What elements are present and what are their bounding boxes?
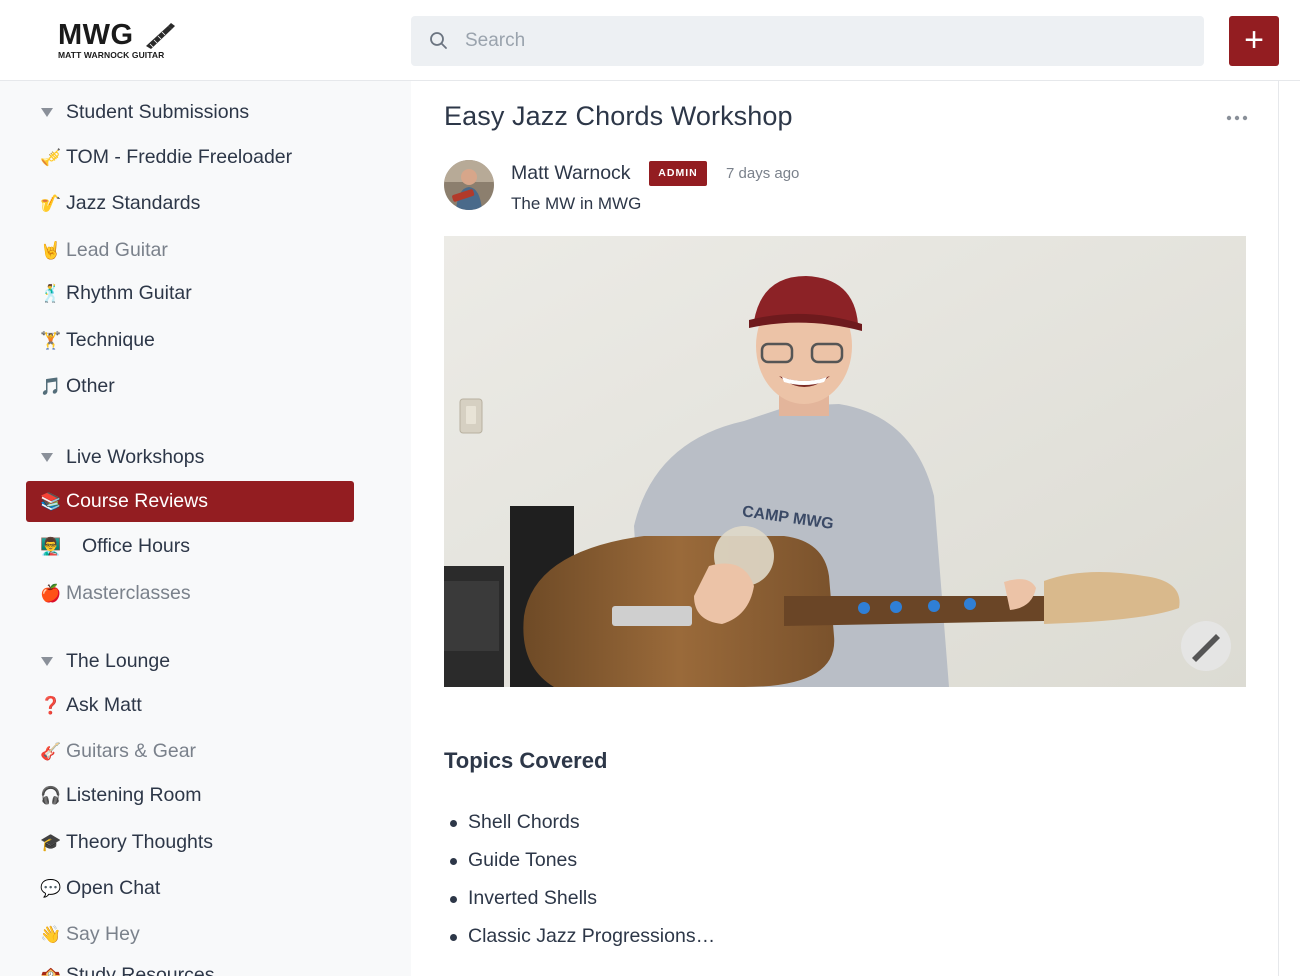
sidebar-item-label: Open Chat	[66, 877, 161, 899]
rock-hand-icon: 🤘	[40, 240, 62, 260]
sidebar-item-label: Jazz Standards	[66, 192, 201, 214]
headphones-icon: 🎧	[40, 785, 62, 805]
sidebar-item-lead-guitar[interactable]: 🤘 Lead Guitar	[26, 230, 354, 271]
speech-bubble-icon: 💬	[40, 878, 62, 898]
section-the-lounge[interactable]: The Lounge	[40, 646, 170, 676]
admin-badge: ADMIN	[649, 161, 707, 186]
school-icon: 🏫	[40, 965, 62, 976]
weightlifter-icon: 🏋	[40, 330, 62, 350]
sidebar-item-other[interactable]: 🎵 Other	[26, 366, 354, 407]
trumpet-icon: 🎺	[40, 147, 62, 167]
caret-down-icon	[41, 656, 53, 666]
topics-list: Shell Chords Guide Tones Inverted Shells…	[444, 811, 715, 963]
topics-heading: Topics Covered	[444, 748, 608, 773]
sidebar-item-tom-freddie-freeloader[interactable]: 🎺 TOM - Freddie Freeloader	[26, 137, 354, 178]
music-note-icon: 🎵	[40, 376, 62, 396]
new-post-button[interactable]: +	[1229, 16, 1279, 66]
sidebar: Student Submissions 🎺 TOM - Freddie Free…	[0, 81, 411, 976]
sidebar-item-theory-thoughts[interactable]: 🎓 Theory Thoughts	[26, 822, 354, 863]
question-mark-icon: ❓	[40, 695, 62, 715]
sidebar-item-label: Rhythm Guitar	[66, 282, 192, 304]
sidebar-item-label: Masterclasses	[66, 582, 191, 604]
dancer-icon: 🕺	[40, 283, 62, 303]
top-header: MWG MATT WARNOCK GUITAR +	[0, 0, 1300, 81]
waving-hand-icon: 👋	[40, 924, 62, 944]
section-title: Live Workshops	[66, 445, 205, 468]
more-options-icon[interactable]	[1226, 111, 1248, 125]
post-timestamp: 7 days ago	[726, 165, 800, 182]
sidebar-item-label: Ask Matt	[66, 694, 142, 716]
sidebar-item-listening-room[interactable]: 🎧 Listening Room	[26, 775, 354, 816]
list-item: Classic Jazz Progressions…	[444, 925, 715, 963]
post-panel: Easy Jazz Chords Workshop Matt Warnock A…	[411, 81, 1279, 976]
search-bar[interactable]	[411, 16, 1204, 66]
search-icon	[430, 32, 447, 49]
author-tagline: The MW in MWG	[511, 194, 642, 213]
section-student-submissions[interactable]: Student Submissions	[40, 97, 249, 127]
sidebar-item-label: Technique	[66, 329, 155, 351]
section-title: The Lounge	[66, 649, 171, 672]
sidebar-item-label: Theory Thoughts	[66, 831, 214, 853]
list-item: Shell Chords	[444, 811, 715, 849]
sidebar-item-rhythm-guitar[interactable]: 🕺 Rhythm Guitar	[26, 273, 354, 314]
sidebar-item-guitars-gear[interactable]: 🎸 Guitars & Gear	[26, 731, 354, 772]
video-player[interactable]: CAMP MWG	[444, 236, 1246, 687]
sidebar-item-say-hey[interactable]: 👋 Say Hey	[26, 914, 354, 955]
teacher-school-icon: 👨‍🏫	[40, 536, 62, 556]
author-avatar[interactable]	[444, 160, 494, 210]
guitar-neck-logo-icon	[146, 23, 175, 49]
author-name[interactable]: Matt Warnock	[511, 162, 631, 185]
sidebar-item-label: Course Reviews	[66, 490, 208, 512]
apple-icon: 🍎	[40, 583, 62, 603]
video-thumbnail: CAMP MWG	[444, 236, 1246, 687]
caret-down-icon	[41, 107, 53, 117]
list-item: Guide Tones	[444, 849, 715, 887]
sidebar-item-technique[interactable]: 🏋 Technique	[26, 320, 354, 361]
logo-subtext: MATT WARNOCK GUITAR	[58, 50, 165, 60]
sidebar-item-ask-matt[interactable]: ❓ Ask Matt	[26, 685, 354, 726]
sidebar-item-study-resources[interactable]: 🏫 Study Resources	[26, 955, 354, 976]
post-title: Easy Jazz Chords Workshop	[444, 101, 793, 131]
sidebar-item-masterclasses[interactable]: 🍎 Masterclasses	[26, 573, 354, 614]
sidebar-item-label: Study Resources	[66, 964, 215, 976]
list-item: Inverted Shells	[444, 887, 715, 925]
sidebar-item-label: Listening Room	[66, 784, 202, 806]
caret-down-icon	[41, 452, 53, 462]
mwg-logo[interactable]: MWG MATT WARNOCK GUITAR	[58, 20, 178, 64]
sidebar-item-label: Guitars & Gear	[66, 740, 197, 762]
saxophone-icon: 🎷	[40, 193, 62, 213]
sidebar-item-label: Lead Guitar	[66, 239, 168, 261]
sidebar-item-label: Say Hey	[66, 923, 140, 945]
sidebar-item-label: Office Hours	[82, 535, 191, 557]
graduation-cap-icon: 🎓	[40, 832, 62, 852]
guitar-icon: 🎸	[40, 741, 62, 761]
sidebar-item-label: Other	[66, 375, 115, 397]
sidebar-item-open-chat[interactable]: 💬 Open Chat	[26, 868, 354, 909]
sidebar-item-course-reviews[interactable]: 📚 Course Reviews	[26, 481, 354, 522]
books-icon: 📚	[40, 491, 62, 511]
search-input[interactable]	[465, 16, 1185, 66]
plus-icon: +	[1244, 21, 1264, 59]
sidebar-item-office-hours[interactable]: 👨‍🏫 Office Hours	[26, 526, 354, 567]
section-title: Student Submissions	[66, 100, 250, 123]
sidebar-item-label: TOM - Freddie Freeloader	[66, 146, 293, 168]
sidebar-item-jazz-standards[interactable]: 🎷 Jazz Standards	[26, 183, 354, 224]
section-live-workshops[interactable]: Live Workshops	[40, 442, 204, 472]
